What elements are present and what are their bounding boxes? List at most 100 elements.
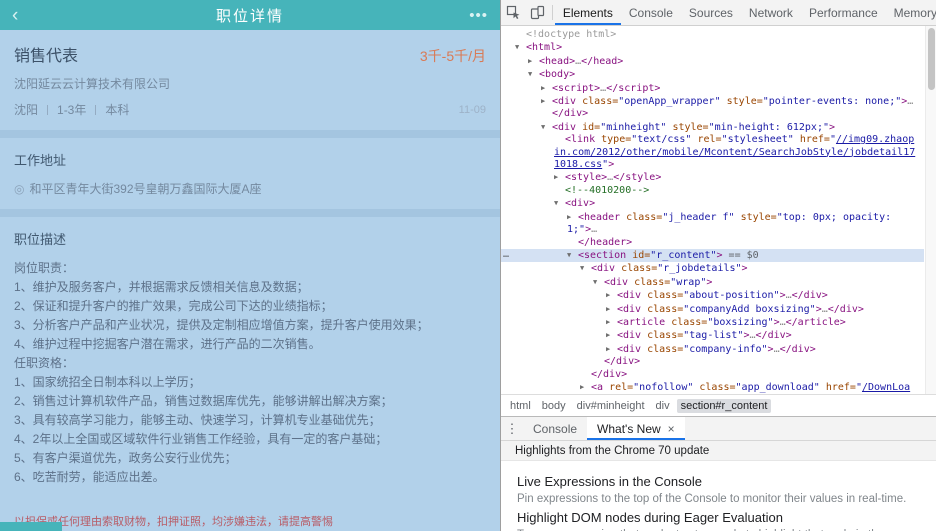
- work-address-card: 工作地址 ◎ 和平区青年大街392号皇朝万鑫国际大厦A座: [0, 138, 500, 209]
- breadcrumb-item[interactable]: div: [652, 399, 674, 413]
- description-line: 3、具有较高学习能力，能够主动、快速学习，计算机专业基础优先；: [14, 413, 381, 427]
- job-experience: 1-3年: [57, 103, 87, 117]
- job-salary: 3千-5千/月: [419, 48, 486, 64]
- dom-tree-row[interactable]: </div>: [501, 369, 924, 381]
- tree-arrow-icon[interactable]: ▶: [606, 289, 617, 301]
- dom-tree-row[interactable]: ▼ <div>: [501, 197, 924, 210]
- tree-arrow-icon[interactable]: ▶: [606, 343, 617, 355]
- whats-new-tab-label: What's New: [597, 421, 661, 436]
- kebab-menu-icon[interactable]: ⋮: [501, 417, 523, 440]
- description-heading: 职位描述: [14, 232, 67, 247]
- drawer-tab-console[interactable]: Console: [523, 417, 587, 440]
- close-icon[interactable]: ×: [668, 422, 675, 436]
- drawer-tab-bar: ⋮ Console What's New ×: [501, 416, 936, 440]
- bottom-bar-fragment[interactable]: [0, 522, 62, 531]
- breadcrumb-item[interactable]: html: [506, 399, 535, 413]
- dom-tree-row[interactable]: ▶ <div class="about-position">…</div>: [501, 289, 924, 302]
- dom-tree-row[interactable]: ▼ <div id="minheight" style="min-height: …: [501, 121, 924, 134]
- devtools-tab-bar: Elements Console Sources Network Performance…: [555, 0, 936, 25]
- tree-arrow-icon[interactable]: ▼: [515, 41, 526, 53]
- dom-tree-row[interactable]: </div>: [501, 108, 924, 120]
- job-summary-card: 销售代表 3千-5千/月 沈阳延云云计算技术有限公司 沈阳 1-3年 本科 11…: [0, 30, 500, 130]
- job-education: 本科: [105, 103, 130, 117]
- tree-arrow-icon[interactable]: ▶: [606, 316, 617, 328]
- dom-tree-row[interactable]: <link type="text/css" rel="stylesheet" h…: [501, 134, 924, 171]
- dom-tree-row[interactable]: ▼ <div class="wrap">: [501, 276, 924, 289]
- tree-arrow-icon[interactable]: ▶: [554, 171, 565, 183]
- description-line: 岗位职责：: [14, 261, 75, 275]
- dom-tree-row[interactable]: ▶ <article class="boxsizing">…</article>: [501, 316, 924, 329]
- dom-tree-row[interactable]: ▶ <head>…</head>: [501, 55, 924, 68]
- device-toolbar-icon[interactable]: [525, 0, 549, 25]
- tree-arrow-icon[interactable]: ▶: [541, 95, 552, 107]
- screen: ‹ 职位详情 ••• 销售代表 3千-5千/月 沈阳延云云计算技术有限公司 沈阳…: [0, 0, 936, 531]
- more-menu-icon[interactable]: •••: [469, 7, 488, 24]
- description-line: 1、国家统招全日制本科以上学历；: [14, 375, 201, 389]
- tree-arrow-icon[interactable]: ▶: [606, 329, 617, 341]
- dom-tree-row[interactable]: ▶ <div class="company-info">…</div>: [501, 343, 924, 356]
- toolbar-divider: [551, 5, 553, 20]
- dom-tree-row[interactable]: ▶ <header class="j_header f" style="top: …: [501, 211, 924, 237]
- job-title-row: 销售代表 3千-5千/月: [14, 42, 486, 66]
- address-text: 和平区青年大街392号皇朝万鑫国际大厦A座: [29, 182, 262, 196]
- tree-arrow-icon[interactable]: ▼: [554, 197, 565, 209]
- back-icon[interactable]: ‹: [12, 6, 18, 25]
- dom-tree-row[interactable]: ▶ <div class="tag-list">…</div>: [501, 329, 924, 342]
- company-name: 沈阳延云云计算技术有限公司: [14, 77, 171, 91]
- more-actions-icon[interactable]: …: [503, 249, 509, 261]
- breadcrumb-item[interactable]: div#minheight: [573, 399, 649, 413]
- breadcrumb-item[interactable]: body: [538, 399, 570, 413]
- dom-tree-row[interactable]: <!--4010200-->: [501, 185, 924, 197]
- mobile-job-detail-page: ‹ 职位详情 ••• 销售代表 3千-5千/月 沈阳延云云计算技术有限公司 沈阳…: [0, 0, 500, 531]
- tree-arrow-icon[interactable]: ▼: [528, 68, 539, 80]
- tab-memory[interactable]: Memory: [886, 0, 936, 25]
- devtools-toolbar: Elements Console Sources Network Performance…: [501, 0, 936, 26]
- tree-arrow-icon[interactable]: ▶: [528, 55, 539, 67]
- dom-tree-row[interactable]: ▶ <a rel="nofollow" class="app_download" …: [501, 381, 924, 394]
- dom-tree-row[interactable]: ▶ <div class="companyAdd boxsizing">…</di…: [501, 303, 924, 316]
- tab-performance[interactable]: Performance: [801, 0, 886, 25]
- dom-tree: <!doctype html> ▼ <html> ▶ <head>…</head> ▼ <b…: [501, 26, 936, 394]
- tree-arrow-icon[interactable]: ▶: [567, 211, 578, 223]
- breadcrumb-item[interactable]: section#r_content: [676, 398, 772, 413]
- tree-arrow-icon[interactable]: ▼: [567, 249, 578, 261]
- tab-network[interactable]: Network: [741, 0, 801, 25]
- mobile-header: ‹ 职位详情 •••: [0, 0, 500, 30]
- dom-tree-row[interactable]: … ▼ <section id="r_content"> == $0: [501, 248, 924, 263]
- scrollbar-thumb[interactable]: [928, 28, 935, 90]
- tree-arrow-icon[interactable]: ▼: [580, 262, 591, 274]
- fraud-warning-text: 以担保或任何理由索取财物，扣押证照，均涉嫌违法，请提高警惕: [14, 516, 333, 528]
- job-title: 销售代表: [14, 48, 79, 65]
- tree-arrow-icon[interactable]: ▶: [541, 82, 552, 94]
- dom-tree-row[interactable]: ▼ <body>: [501, 68, 924, 81]
- inspect-element-icon[interactable]: [501, 0, 525, 25]
- address-line: ◎ 和平区青年大街392号皇朝万鑫国际大厦A座: [14, 180, 486, 197]
- feature-desc-live-expressions: Pin expressions to the top of the Consol…: [517, 493, 907, 505]
- elements-scrollbar[interactable]: [925, 26, 936, 394]
- dom-tree-row[interactable]: ▶ <script>…</script>: [501, 82, 924, 95]
- feature-title-live-expressions: Live Expressions in the Console: [517, 474, 702, 489]
- dom-tree-row[interactable]: ▼ <div class="r_jobdetails">: [501, 262, 924, 275]
- tree-arrow-icon[interactable]: ▼: [541, 121, 552, 133]
- drawer-tab-whats-new[interactable]: What's New ×: [587, 417, 685, 440]
- dom-tree-row[interactable]: ▼ <html>: [501, 41, 924, 54]
- description-line: 1、维护及服务客户，并根据需求反馈相关信息及数据；: [14, 280, 309, 294]
- dom-tree-row[interactable]: ▶ <div class="openApp_wrapper" style="poi…: [501, 95, 924, 108]
- description-line: 3、分析客户产品和产业状况，提供及定制相应增值方案，提升客户使用效果；: [14, 318, 429, 332]
- dom-tree-row[interactable]: ▶ <style>…</style>: [501, 171, 924, 184]
- tree-arrow-icon[interactable]: ▶: [580, 381, 591, 393]
- tree-arrow-icon[interactable]: ▼: [593, 276, 604, 288]
- tree-arrow-icon[interactable]: ▶: [606, 303, 617, 315]
- dom-tree-row[interactable]: </div>: [501, 356, 924, 368]
- meta-divider: [95, 104, 97, 115]
- dom-tree-row[interactable]: </header>: [501, 237, 924, 249]
- whats-new-banner: Highlights from the Chrome 70 update: [501, 440, 936, 461]
- tab-sources[interactable]: Sources: [681, 0, 741, 25]
- feature-title-highlight-dom: Highlight DOM nodes during Eager Evaluat…: [517, 510, 783, 525]
- tab-console[interactable]: Console: [621, 0, 681, 25]
- tab-elements[interactable]: Elements: [555, 0, 621, 25]
- description-line: 4、2年以上全国或区域软件行业销售工作经验，具有一定的客户基础；: [14, 432, 388, 446]
- description-line: 6、吃苦耐劳，能适应出差。: [14, 470, 165, 484]
- dom-tree-row[interactable]: <!doctype html>: [501, 29, 924, 41]
- description-line: 任职资格：: [14, 356, 75, 370]
